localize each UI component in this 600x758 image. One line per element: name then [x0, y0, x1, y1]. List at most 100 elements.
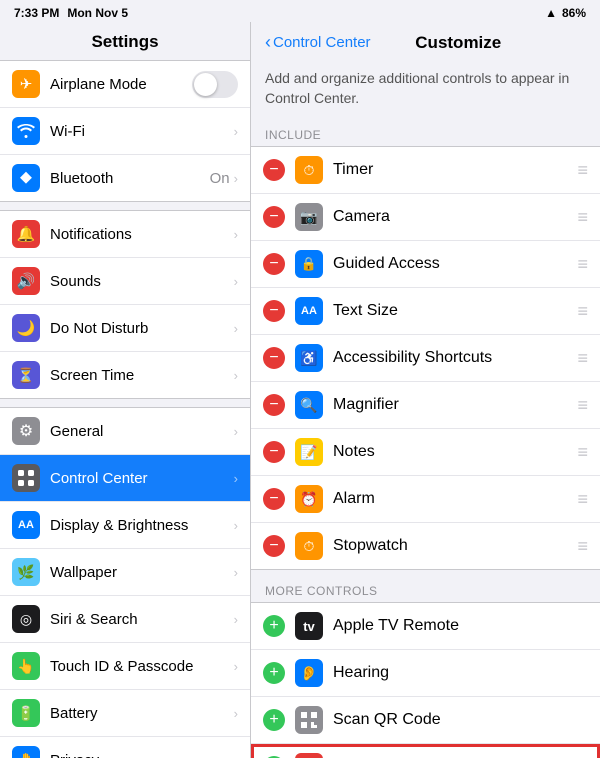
control-item-guidedaccess[interactable]: − 🔒 Guided Access ≡ [251, 241, 600, 288]
remove-stopwatch-btn[interactable]: − [263, 535, 285, 557]
controlcenter-icon [12, 464, 40, 492]
remove-accessibility-btn[interactable]: − [263, 347, 285, 369]
remove-textsize-btn[interactable]: − [263, 300, 285, 322]
drag-handle-accessibility[interactable]: ≡ [577, 348, 588, 369]
drag-handle-timer[interactable]: ≡ [577, 160, 588, 181]
control-label-textsize: Text Size [333, 302, 569, 320]
control-label-camera: Camera [333, 208, 569, 226]
control-item-camera[interactable]: − 📷 Camera ≡ [251, 194, 600, 241]
drag-handle-alarm[interactable]: ≡ [577, 489, 588, 510]
control-label-guidedaccess: Guided Access [333, 255, 569, 273]
right-panel: ‹ Control Center Customize Add and organ… [251, 22, 600, 758]
bluetooth-icon: ⬥ [12, 164, 40, 192]
remove-guidedaccess-btn[interactable]: − [263, 253, 285, 275]
control-label-magnifier: Magnifier [333, 396, 569, 414]
sidebar-item-touchid[interactable]: 👆 Touch ID & Passcode › [0, 643, 250, 690]
sidebar-item-airplane[interactable]: ✈ Airplane Mode [0, 61, 250, 108]
add-appletv-btn[interactable]: + [263, 615, 285, 637]
sidebar-item-wallpaper[interactable]: 🌿 Wallpaper › [0, 549, 250, 596]
add-scanqr-btn[interactable]: + [263, 709, 285, 731]
control-item-timer[interactable]: − ⏱ Timer ≡ [251, 147, 600, 194]
sidebar-item-sounds[interactable]: 🔊 Sounds › [0, 258, 250, 305]
toggle-knob [194, 73, 217, 96]
status-time: 7:33 PM [14, 6, 59, 20]
control-label-scanqr: Scan QR Code [333, 711, 588, 729]
battery-label: 86% [562, 6, 586, 20]
remove-notes-btn[interactable]: − [263, 441, 285, 463]
control-item-alarm[interactable]: − ⏰ Alarm ≡ [251, 476, 600, 523]
control-item-notes[interactable]: − 📝 Notes ≡ [251, 429, 600, 476]
control-label-hearing: Hearing [333, 664, 588, 682]
sidebar-item-siri[interactable]: ◎ Siri & Search › [0, 596, 250, 643]
sidebar-item-wifi[interactable]: Wi-Fi › [0, 108, 250, 155]
hearing-icon: 👂 [295, 659, 323, 687]
sidebar-item-label-general: General [50, 423, 230, 440]
control-item-appletv[interactable]: + tv Apple TV Remote [251, 603, 600, 650]
control-label-notes: Notes [333, 443, 569, 461]
control-item-magnifier[interactable]: − 🔍 Magnifier ≡ [251, 382, 600, 429]
battery-icon: 🔋 [12, 699, 40, 727]
more-controls-header: MORE CONTROLS [251, 578, 600, 602]
sidebar-group-1: ✈ Airplane Mode Wi-Fi › ⬥ [0, 60, 250, 202]
sidebar-item-display[interactable]: AA Display & Brightness › [0, 502, 250, 549]
control-item-textsize[interactable]: − AA Text Size ≡ [251, 288, 600, 335]
sidebar-item-label-screentime: Screen Time [50, 367, 230, 384]
drag-handle-notes[interactable]: ≡ [577, 442, 588, 463]
control-item-screenrecording[interactable]: + ⏺ Screen Recording [251, 744, 600, 758]
sidebar-item-label-cc: Control Center [50, 470, 230, 487]
sidebar-item-label-airplane: Airplane Mode [50, 76, 188, 93]
back-chevron-icon: ‹ [265, 32, 271, 53]
back-button[interactable]: ‹ Control Center [265, 32, 371, 53]
sidebar-item-label-privacy: Privacy [50, 752, 230, 758]
textsize-icon: AA [295, 297, 323, 325]
airplane-toggle[interactable] [192, 71, 238, 98]
add-hearing-btn[interactable]: + [263, 662, 285, 684]
right-header: ‹ Control Center Customize [251, 22, 600, 61]
drag-handle-textsize[interactable]: ≡ [577, 301, 588, 322]
drag-handle-stopwatch[interactable]: ≡ [577, 536, 588, 557]
wifi-icon-sidebar [12, 117, 40, 145]
general-icon: ⚙ [12, 417, 40, 445]
camera-icon: 📷 [295, 203, 323, 231]
sidebar-item-battery[interactable]: 🔋 Battery › [0, 690, 250, 737]
right-description: Add and organize additional controls to … [251, 61, 600, 122]
sidebar-item-screentime[interactable]: ⏳ Screen Time › [0, 352, 250, 398]
sidebar-item-label-touchid: Touch ID & Passcode [50, 658, 230, 675]
control-label-stopwatch: Stopwatch [333, 537, 569, 555]
control-label-accessibility: Accessibility Shortcuts [333, 349, 569, 367]
sidebar-item-notifications[interactable]: 🔔 Notifications › [0, 211, 250, 258]
sidebar-item-label-bluetooth: Bluetooth [50, 170, 206, 187]
sidebar-item-donotdisturb[interactable]: 🌙 Do Not Disturb › [0, 305, 250, 352]
sidebar-item-general[interactable]: ⚙ General › [0, 408, 250, 455]
sidebar-item-label-battery: Battery [50, 705, 230, 722]
sidebar-item-label-siri: Siri & Search [50, 611, 230, 628]
magnifier-icon: 🔍 [295, 391, 323, 419]
sidebar-item-controlcenter[interactable]: Control Center › [0, 455, 250, 502]
remove-timer-btn[interactable]: − [263, 159, 285, 181]
control-item-accessibility[interactable]: − ♿ Accessibility Shortcuts ≡ [251, 335, 600, 382]
status-left: 7:33 PM Mon Nov 5 [14, 6, 128, 20]
include-section-header: INCLUDE [251, 122, 600, 146]
guidedaccess-icon: 🔒 [295, 250, 323, 278]
control-item-stopwatch[interactable]: − ⏱ Stopwatch ≡ [251, 523, 600, 569]
drag-handle-guidedaccess[interactable]: ≡ [577, 254, 588, 275]
appletv-icon: tv [295, 612, 323, 640]
control-label-alarm: Alarm [333, 490, 569, 508]
drag-handle-camera[interactable]: ≡ [577, 207, 588, 228]
wallpaper-icon: 🌿 [12, 558, 40, 586]
control-item-scanqr[interactable]: + Scan QR Code [251, 697, 600, 744]
bluetooth-chevron: › [234, 171, 238, 186]
notes-icon: 📝 [295, 438, 323, 466]
main-area: Settings ✈ Airplane Mode Wi-Fi › [0, 22, 600, 758]
drag-handle-magnifier[interactable]: ≡ [577, 395, 588, 416]
control-item-hearing[interactable]: + 👂 Hearing [251, 650, 600, 697]
accessibility-icon: ♿ [295, 344, 323, 372]
sidebar-item-bluetooth[interactable]: ⬥ Bluetooth On › [0, 155, 250, 201]
remove-alarm-btn[interactable]: − [263, 488, 285, 510]
siri-icon: ◎ [12, 605, 40, 633]
remove-magnifier-btn[interactable]: − [263, 394, 285, 416]
remove-camera-btn[interactable]: − [263, 206, 285, 228]
status-bar: 7:33 PM Mon Nov 5 ▲ 86% [0, 0, 600, 22]
screentime-icon: ⏳ [12, 361, 40, 389]
sidebar-item-privacy[interactable]: 🤚 Privacy › [0, 737, 250, 758]
